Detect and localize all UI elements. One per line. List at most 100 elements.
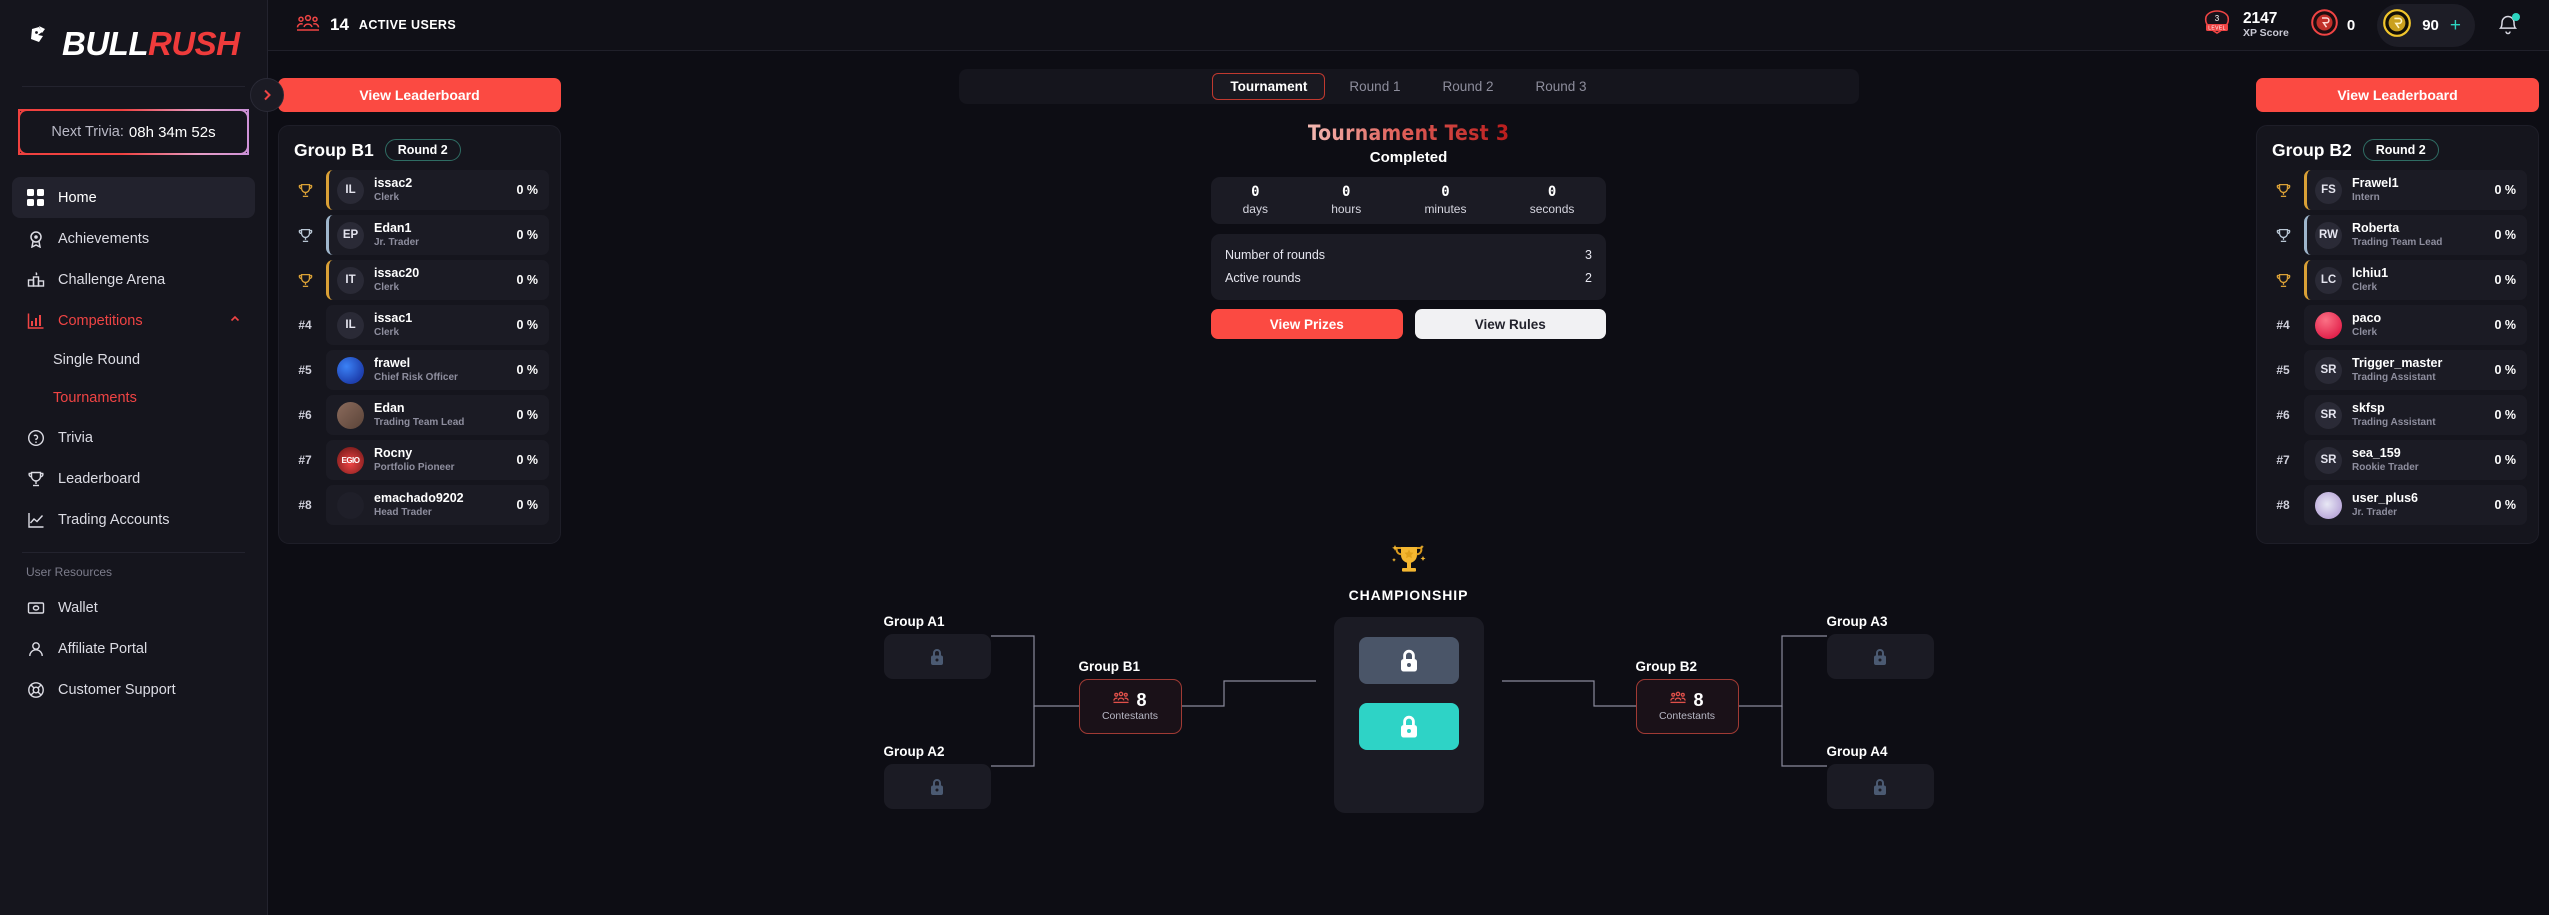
tab-round-1[interactable]: Round 1 [1331,73,1418,100]
table-row[interactable]: #7 EGIO Rocny Portfolio Pioneer 0 % [290,440,549,480]
table-row[interactable]: #8 emachado9202 Head Trader 0 % [290,485,549,525]
sidebar-item-label: Home [58,189,97,206]
group-title: Group B1 [294,139,374,160]
logo-text: BULLRUSH [62,24,240,62]
sidebar-item-affiliate-portal[interactable]: Affiliate Portal [12,628,255,669]
table-row[interactable]: #5 SR Trigger_master Trading Assistant 0 % [2268,350,2527,390]
countdown-unit: seconds [1529,201,1575,216]
table-row[interactable]: RW Roberta Trading Team Lead 0 % [2268,215,2527,255]
table-row[interactable]: #6 SR skfsp Trading Assistant 0 % [2268,395,2527,435]
sidebar-item-home[interactable]: Home [12,177,255,218]
table-row[interactable]: LC lchiu1 Clerk 0 % [2268,260,2527,300]
countdown-seconds: 0 seconds [1530,184,1575,217]
player-percentage: 0 % [2494,228,2516,242]
next-trivia-timer[interactable]: Next Trivia: 08h 34m 52s [18,109,249,155]
round-badge: Round 2 [2362,139,2439,161]
table-row[interactable]: FS Frawel1 Intern 0 % [2268,170,2527,210]
avatar [2315,311,2342,339]
tab-round-3[interactable]: Round 3 [1518,73,1605,100]
player-meta: issac20 Clerk [374,266,506,294]
countdown-value: 0 [1341,184,1351,201]
table-row[interactable]: IT issac20 Clerk 0 % [290,260,549,300]
bracket-node-group-b2[interactable]: 8 Contestants [1635,679,1739,734]
contestants-label: Contestants [1101,710,1159,722]
bracket-node-group-b1[interactable]: 8 Contestants [1078,679,1182,734]
championship-slot-locked-1[interactable] [1358,637,1459,684]
add-coins-button[interactable]: + [2450,16,2461,35]
championship-slot-locked-2[interactable] [1358,703,1459,750]
sidebar-item-achievements[interactable]: Achievements [12,218,255,259]
table-row[interactable]: #4 paco Clerk 0 % [2268,305,2527,345]
avatar [337,356,364,384]
sidebar-item-customer-support[interactable]: Customer Support [12,669,255,710]
table-row[interactable]: #6 Edan Trading Team Lead 0 % [290,395,549,435]
sidebar-item-tournaments[interactable]: Tournaments [12,379,255,417]
avatar: EP [337,221,364,249]
player-meta: Trigger_master Trading Assistant [2352,356,2484,384]
rank-trophy-icon [2268,182,2298,199]
championship-card[interactable] [1333,617,1484,813]
red-coin-balance[interactable]: 0 [2311,9,2355,41]
notifications-button[interactable] [2497,13,2520,37]
tab-round-2[interactable]: Round 2 [1424,73,1511,100]
level-xp-badge[interactable]: 3 LEVEL 2147 XP Score [2200,8,2289,42]
lock-icon [931,648,943,665]
table-row[interactable]: #4 IL issac1 Clerk 0 % [290,305,549,345]
sidebar-item-competitions[interactable]: Competitions [12,300,255,341]
rank-label: #4 [2276,318,2290,332]
view-prizes-button[interactable]: View Prizes [1211,309,1403,340]
table-row[interactable]: IL issac2 Clerk 0 % [290,170,549,210]
notification-dot [2512,13,2520,21]
logo[interactable]: BULLRUSH [0,0,267,86]
gold-coin-balance[interactable]: 90 + [2377,3,2475,47]
sidebar-item-challenge-arena[interactable]: Challenge Arena [12,259,255,300]
bracket-node-group-a1[interactable] [883,634,991,679]
sidebar-item-trading-accounts[interactable]: Trading Accounts [12,499,255,540]
bracket-node-group-a2[interactable] [883,764,991,809]
avatar: IT [337,266,364,294]
sidebar: BULLRUSH Next Trivia: 08h 34m 52s Home A… [0,0,284,915]
sidebar-item-single-round[interactable]: Single Round [12,341,255,379]
trophy-icon [298,273,312,287]
view-rules-button[interactable]: View Rules [1414,309,1606,340]
table-row[interactable]: EP Edan1 Jr. Trader 0 % [290,215,549,255]
player-percentage: 0 % [516,408,538,422]
player-name: Trigger_master [2352,355,2443,370]
player-role: Trading Assistant [2352,416,2436,428]
group-title: Group B2 [2272,139,2352,160]
sidebar-collapse-toggle[interactable] [250,78,284,112]
bracket-node-group-a3[interactable] [1826,634,1934,679]
row-body: IL issac1 Clerk 0 % [326,305,549,345]
tab-tournament[interactable]: Tournament [1212,73,1326,100]
sidebar-item-trivia[interactable]: Trivia [12,417,255,458]
avatar: RW [2315,221,2342,249]
support-icon [26,680,45,699]
table-row[interactable]: #8 user_plus6 Jr. Trader 0 % [2268,485,2527,525]
player-role: Jr. Trader [2352,506,2398,518]
sidebar-item-label: Leaderboard [58,470,141,487]
player-meta: lchiu1 Clerk [2352,266,2484,294]
lock-icon [931,778,943,795]
view-leaderboard-button-left[interactable]: View Leaderboard [278,78,561,112]
tournament-rounds-info: Number of rounds 3 Active rounds 2 [1211,234,1606,301]
view-leaderboard-button-right[interactable]: View Leaderboard [2256,78,2539,112]
sidebar-item-wallet[interactable]: Wallet [12,587,255,628]
lock-icon [1874,648,1886,665]
row-body: LC lchiu1 Clerk 0 % [2304,260,2527,300]
player-role: Clerk [374,191,400,203]
table-row[interactable]: #5 frawel Chief Risk Officer 0 % [290,350,549,390]
player-name: Edan1 [374,220,412,235]
group-b1-card: Group B1 Round 2 IL issac2 Clerk 0 % EP Edan1… [278,125,561,544]
row-body: paco Clerk 0 % [2304,305,2527,345]
bracket-node-group-a4[interactable] [1826,764,1934,809]
sidebar-item-leaderboard[interactable]: Leaderboard [12,458,255,499]
player-percentage: 0 % [2494,498,2516,512]
player-name: frawel [374,355,411,370]
avatar [337,491,364,519]
wallet-icon [26,598,45,617]
row-body: RW Roberta Trading Team Lead 0 % [2304,215,2527,255]
row-body: EGIO Rocny Portfolio Pioneer 0 % [326,440,549,480]
section-label-user-resources: User Resources [26,565,113,579]
table-row[interactable]: #7 SR sea_159 Rookie Trader 0 % [2268,440,2527,480]
sidebar-subitem-label: Tournaments [53,390,137,406]
